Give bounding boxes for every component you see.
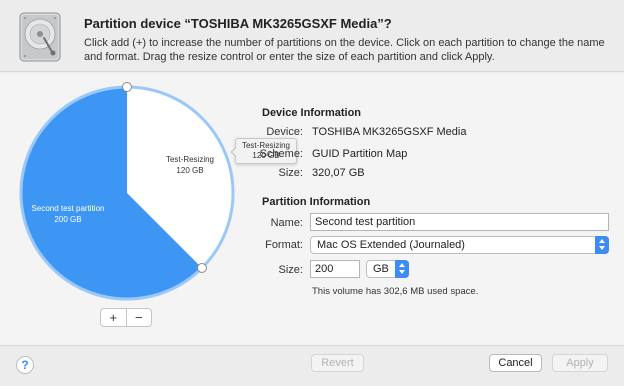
dialog-header: Partition device “TOSHIBA MK3265GSXF Med…	[0, 0, 624, 72]
remove-partition-button[interactable]: −	[125, 309, 152, 326]
partition-name-field[interactable]: Second test partition	[310, 213, 609, 231]
size-unit-select[interactable]: GB	[366, 260, 409, 278]
add-partition-button[interactable]: +	[101, 309, 126, 326]
resize-handle[interactable]	[196, 262, 207, 273]
used-space-note: This volume has 302,6 MB used space.	[312, 286, 479, 297]
partition-size-label: Size:	[278, 264, 303, 276]
chevron-updown-icon	[395, 260, 409, 278]
pie-label-name: Test-Resizing	[165, 155, 214, 164]
hard-drive-icon	[19, 12, 61, 62]
scheme-value: GUID Partition Map	[312, 148, 408, 160]
pie-label-second-test-partition: Second test partition 200 GB	[18, 203, 118, 225]
partition-info-title: Partition Information	[262, 196, 371, 208]
pie-label-size: 120 GB	[176, 166, 204, 175]
resize-handle[interactable]	[122, 82, 132, 92]
format-label: Format:	[265, 239, 303, 251]
cancel-button[interactable]: Cancel	[489, 354, 542, 372]
chevron-updown-icon	[595, 236, 609, 254]
device-value: TOSHIBA MK3265GSXF Media	[312, 126, 467, 138]
add-remove-partition-control: + −	[100, 308, 152, 327]
dialog-title: Partition device “TOSHIBA MK3265GSXF Med…	[84, 16, 392, 31]
device-label: Device:	[266, 126, 303, 138]
apply-button[interactable]: Apply	[552, 354, 608, 372]
pie-label-size: 200 GB	[54, 215, 82, 224]
size-label: Size:	[278, 167, 303, 179]
format-select[interactable]: Mac OS Extended (Journaled)	[310, 236, 609, 254]
partition-pie-chart[interactable]: Test-Resizing 120 GB Second test partiti…	[16, 82, 238, 304]
pie-label-test-resizing: Test-Resizing 120 GB	[154, 154, 226, 176]
revert-button[interactable]: Revert	[311, 354, 364, 372]
dialog-description: Click add (+) to increase the number of …	[84, 37, 605, 63]
format-select-value: Mac OS Extended (Journaled)	[317, 239, 465, 251]
name-label: Name:	[270, 217, 303, 229]
scheme-label: Scheme:	[259, 148, 303, 160]
device-info-title: Device Information	[262, 107, 362, 119]
size-value: 320,07 GB	[312, 167, 365, 179]
partition-pie-svg[interactable]	[16, 82, 238, 304]
help-button[interactable]: ?	[16, 356, 34, 374]
size-unit-value: GB	[373, 263, 389, 275]
partition-size-field[interactable]: 200	[310, 260, 360, 278]
pie-label-name: Second test partition	[31, 204, 105, 213]
